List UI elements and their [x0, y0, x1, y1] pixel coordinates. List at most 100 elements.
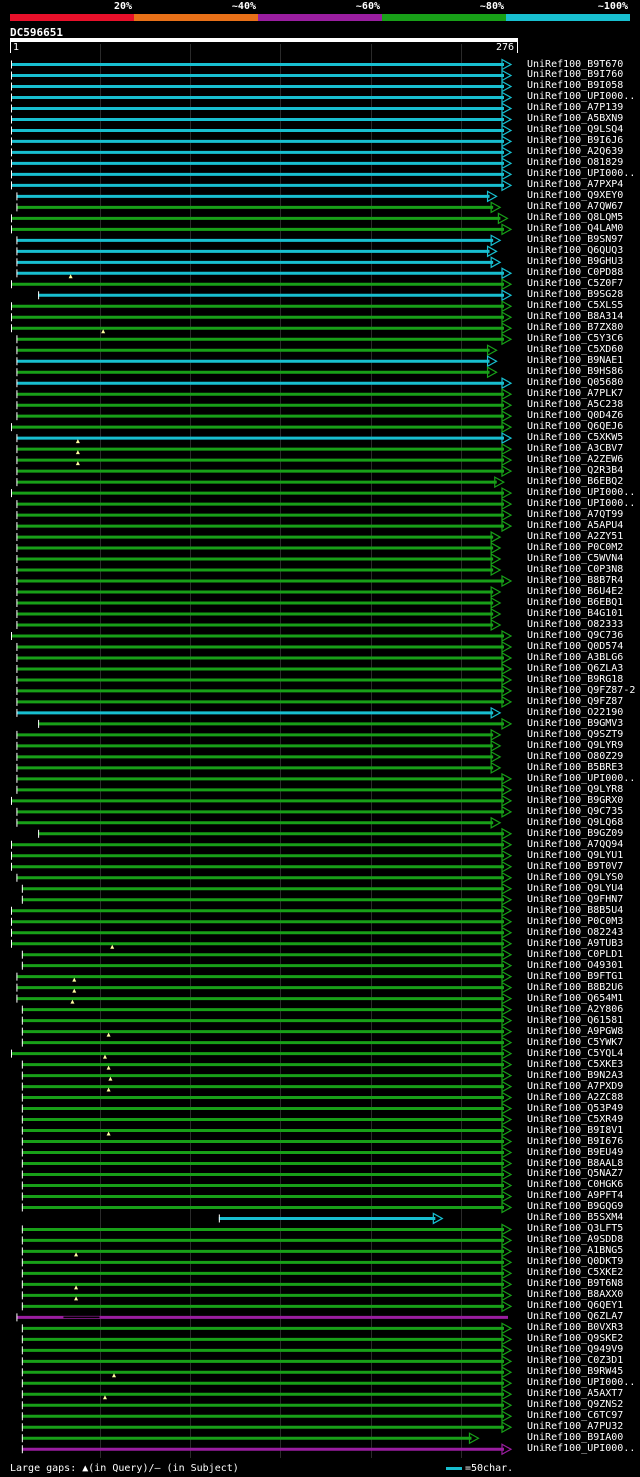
hit-label[interactable]: UniRef100_C5XKW5 — [527, 432, 623, 443]
hit-label[interactable]: UniRef100_Q6ZLA3 — [527, 663, 623, 674]
hit-label[interactable]: UniRef100_Q9LYU1 — [527, 850, 623, 861]
hit-label[interactable]: UniRef100_B9N2A3 — [527, 1070, 623, 1081]
hit-label[interactable]: UniRef100_A7PLK7 — [527, 388, 623, 399]
hit-label[interactable]: UniRef100_B9GQG9 — [527, 1201, 623, 1212]
hit-label[interactable]: UniRef100_B9I760 — [527, 69, 623, 80]
hit-label[interactable]: UniRef100_Q0DKT9 — [527, 1256, 623, 1267]
hit-label[interactable]: UniRef100_O82333 — [527, 619, 623, 630]
hit-label[interactable]: UniRef100_A9SDD8 — [527, 1234, 623, 1245]
hit-label[interactable]: UniRef100_B9T670 — [527, 59, 623, 70]
hit-label[interactable]: UniRef100_B8AXX0 — [527, 1289, 623, 1300]
hit-label[interactable]: UniRef100_A7QT99 — [527, 509, 623, 520]
hit-label[interactable]: UniRef100_Q9LYU4 — [527, 883, 623, 894]
hit-label[interactable]: UniRef100_B9RW45 — [527, 1366, 623, 1377]
hit-label[interactable]: UniRef100_Q6QUQ3 — [527, 245, 623, 256]
hit-label[interactable]: UniRef100_Q9C736 — [527, 630, 623, 641]
hit-label[interactable]: UniRef100_C5WVN4 — [527, 553, 623, 564]
hit-label[interactable]: UniRef100_B9T6N8 — [527, 1278, 623, 1289]
hit-label[interactable]: UniRef100_B9I6J6 — [527, 135, 623, 146]
hit-label[interactable]: UniRef100_UPI000.. — [527, 1377, 635, 1388]
hit-label[interactable]: UniRef100_A2Q639 — [527, 146, 623, 157]
hit-label[interactable]: UniRef100_A2ZEW6 — [527, 454, 623, 465]
hit-label[interactable]: UniRef100_Q6QEJ6 — [527, 421, 623, 432]
hit-label[interactable]: UniRef100_Q3LFT5 — [527, 1223, 623, 1234]
hit-label[interactable]: UniRef100_Q654M1 — [527, 993, 623, 1004]
hit-label[interactable]: UniRef100_Q5NAZ7 — [527, 1168, 623, 1179]
hit-label[interactable]: UniRef100_C5YWK7 — [527, 1037, 623, 1048]
hit-label[interactable]: UniRef100_UPI000.. — [527, 91, 635, 102]
hit-label[interactable]: UniRef100_C5Z0F7 — [527, 278, 623, 289]
hit-label[interactable]: UniRef100_Q9SKE2 — [527, 1333, 623, 1344]
hit-label[interactable]: UniRef100_A7PXD9 — [527, 1081, 623, 1092]
hit-label[interactable]: UniRef100_B9FTG1 — [527, 971, 623, 982]
hit-label[interactable]: UniRef100_Q9LYR9 — [527, 740, 623, 751]
hit-label[interactable]: UniRef100_B6EBQ2 — [527, 476, 623, 487]
hit-label[interactable]: UniRef100_Q2R3B4 — [527, 465, 623, 476]
hit-label[interactable]: UniRef100_Q4LAM0 — [527, 223, 623, 234]
hit-label[interactable]: UniRef100_O22190 — [527, 707, 623, 718]
hit-label[interactable]: UniRef100_UPI000.. — [527, 1443, 635, 1454]
hit-label[interactable]: UniRef100_A7QW67 — [527, 201, 623, 212]
hit-label[interactable]: UniRef100_B4G101 — [527, 608, 623, 619]
hit-label[interactable]: UniRef100_Q6ZLA7 — [527, 1311, 623, 1322]
hit-label[interactable]: UniRef100_Q53P49 — [527, 1103, 623, 1114]
hit-label[interactable]: UniRef100_B9SG28 — [527, 289, 623, 300]
hit-label[interactable]: UniRef100_Q8LQM5 — [527, 212, 623, 223]
hit-label[interactable]: UniRef100_A9PFT4 — [527, 1190, 623, 1201]
hit-label[interactable]: UniRef100_B9GMV3 — [527, 718, 623, 729]
hit-label[interactable]: UniRef100_Q9FZ87 — [527, 696, 623, 707]
hit-label[interactable]: UniRef100_B9HS86 — [527, 366, 623, 377]
hit-label[interactable]: UniRef100_C5XKE2 — [527, 1267, 623, 1278]
hit-label[interactable]: UniRef100_Q9ZNS2 — [527, 1399, 623, 1410]
hit-label[interactable]: UniRef100_B8AAL8 — [527, 1158, 623, 1169]
hit-label[interactable]: UniRef100_B5SXM4 — [527, 1212, 623, 1223]
hit-label[interactable]: UniRef100_B9T0V7 — [527, 861, 623, 872]
hit-label[interactable]: UniRef100_C0HGK6 — [527, 1179, 623, 1190]
hit-label[interactable]: UniRef100_B9I058 — [527, 80, 623, 91]
hit-label[interactable]: UniRef100_C5XKE3 — [527, 1059, 623, 1070]
hit-label[interactable]: UniRef100_Q9SZT9 — [527, 729, 623, 740]
hit-label[interactable]: UniRef100_A1BNG5 — [527, 1245, 623, 1256]
hit-label[interactable]: UniRef100_Q61581 — [527, 1015, 623, 1026]
hit-label[interactable]: UniRef100_UPI000.. — [527, 487, 635, 498]
hit-label[interactable]: UniRef100_O80Z29 — [527, 751, 623, 762]
hit-label[interactable]: UniRef100_B6EBQ1 — [527, 597, 623, 608]
hit-label[interactable]: UniRef100_A5AXT7 — [527, 1388, 623, 1399]
hit-label[interactable]: UniRef100_O81829 — [527, 157, 623, 168]
hit-label[interactable]: UniRef100_UPI000.. — [527, 773, 635, 784]
hit-label[interactable]: UniRef100_UPI000.. — [527, 168, 635, 179]
hit-label[interactable]: UniRef100_B0VXR3 — [527, 1322, 623, 1333]
hit-label[interactable]: UniRef100_B9EU49 — [527, 1147, 623, 1158]
hit-label[interactable]: UniRef100_Q0D4Z6 — [527, 410, 623, 421]
hit-label[interactable]: UniRef100_C6TC97 — [527, 1410, 623, 1421]
hit-label[interactable]: UniRef100_O82243 — [527, 927, 623, 938]
hit-label[interactable]: UniRef100_A7PU32 — [527, 1421, 623, 1432]
hit-label[interactable]: UniRef100_A5C238 — [527, 399, 623, 410]
hit-label[interactable]: UniRef100_Q949V9 — [527, 1344, 623, 1355]
hit-label[interactable]: UniRef100_Q9LYS0 — [527, 872, 623, 883]
hit-label[interactable]: UniRef100_B9GHU3 — [527, 256, 623, 267]
hit-label[interactable]: UniRef100_Q9LYR8 — [527, 784, 623, 795]
hit-label[interactable]: UniRef100_Q9LSQ4 — [527, 124, 623, 135]
hit-label[interactable]: UniRef100_B8A314 — [527, 311, 623, 322]
hit-label[interactable]: UniRef100_A2Y806 — [527, 1004, 623, 1015]
hit-label[interactable]: UniRef100_B9GZ09 — [527, 828, 623, 839]
hit-label[interactable]: UniRef100_A7QQ94 — [527, 839, 623, 850]
hit-label[interactable]: UniRef100_C5Y3C6 — [527, 333, 623, 344]
hit-label[interactable]: UniRef100_C5XD60 — [527, 344, 623, 355]
hit-label[interactable]: UniRef100_A9PGW8 — [527, 1026, 623, 1037]
hit-label[interactable]: UniRef100_B8B7R4 — [527, 575, 623, 586]
hit-label[interactable]: UniRef100_A3CBV7 — [527, 443, 623, 454]
hit-label[interactable]: UniRef100_B8B2U6 — [527, 982, 623, 993]
hit-label[interactable]: UniRef100_Q9FZ87-2 — [527, 685, 635, 696]
hit-label[interactable]: UniRef100_B7ZX80 — [527, 322, 623, 333]
hit-label[interactable]: UniRef100_B9I8V1 — [527, 1125, 623, 1136]
hit-label[interactable]: UniRef100_P0C0M2 — [527, 542, 623, 553]
hit-label[interactable]: UniRef100_A7PXP4 — [527, 179, 623, 190]
hit-label[interactable]: UniRef100_P0C0M3 — [527, 916, 623, 927]
hit-label[interactable]: UniRef100_B9I676 — [527, 1136, 623, 1147]
hit-label[interactable]: UniRef100_A2ZC88 — [527, 1092, 623, 1103]
hit-label[interactable]: UniRef100_A7P139 — [527, 102, 623, 113]
hit-label[interactable]: UniRef100_C0PD88 — [527, 267, 623, 278]
hit-label[interactable]: UniRef100_A5BXN9 — [527, 113, 623, 124]
